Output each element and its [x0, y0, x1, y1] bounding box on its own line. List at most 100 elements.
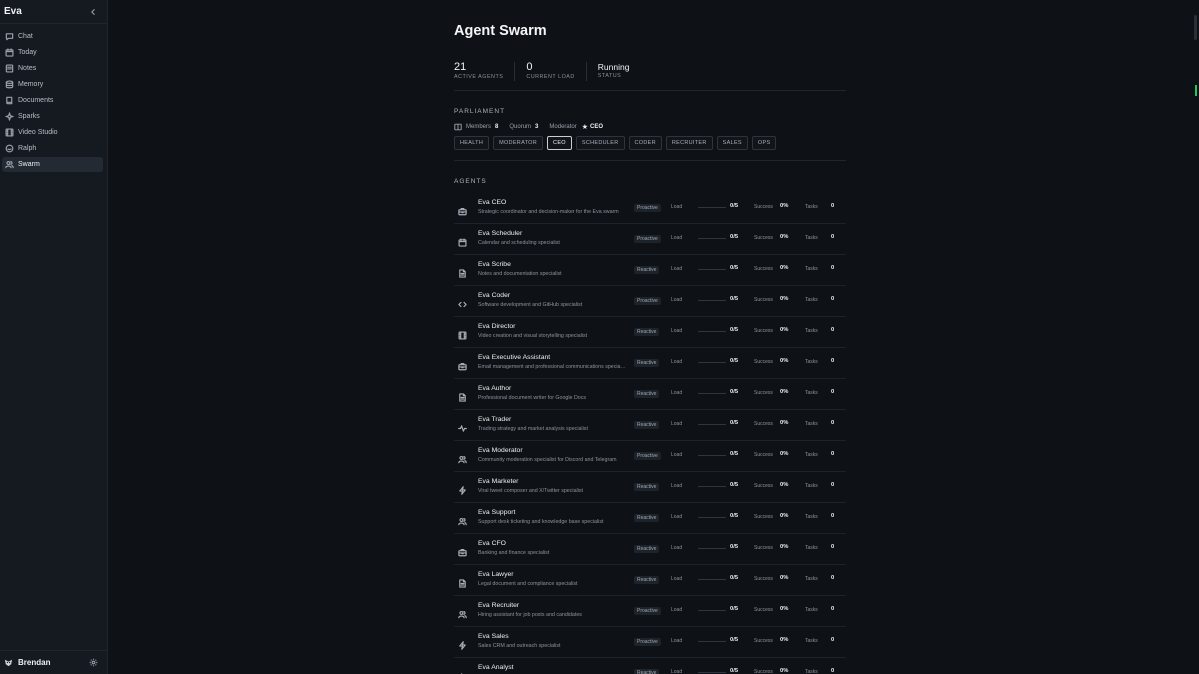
agent-success: 0%: [780, 544, 789, 550]
agent-row[interactable]: Eva Author Professional document writer f…: [454, 379, 846, 410]
agent-icon-wrap: [458, 482, 467, 495]
agent-row[interactable]: Eva Executive Assistant Email management …: [454, 348, 846, 379]
agent-description: Strategic coordinator and decision-maker…: [478, 209, 619, 215]
agent-description: Email management and professional commun…: [478, 364, 626, 370]
agent-mode-badge: Proactive: [634, 235, 661, 243]
agent-tasks: 0: [831, 668, 835, 674]
agent-row[interactable]: Eva Lawyer Legal document and compliance …: [454, 565, 846, 596]
agent-success: 0%: [780, 668, 789, 674]
sidebar-item-ralph[interactable]: Ralph: [2, 141, 103, 156]
agent-row[interactable]: Eva CEO Strategic coordinator and decisio…: [454, 193, 846, 224]
parliament-heading: PARLIAMENT: [454, 108, 506, 115]
stat-active-agents-label: ACTIVE AGENTS: [454, 74, 504, 80]
agent-load: 0/5: [730, 389, 739, 395]
scrollbar-thumb[interactable]: [1194, 15, 1197, 40]
agent-load: 0/5: [730, 513, 739, 519]
success-label: Success: [754, 204, 773, 210]
sidebar-item-video-studio[interactable]: Video Studio: [2, 125, 103, 140]
chip-sales[interactable]: SALES: [716, 136, 748, 150]
agent-icon-wrap: [458, 544, 467, 557]
user-avatar-icon: [4, 659, 13, 667]
collapse-sidebar-icon[interactable]: [87, 6, 99, 18]
sidebar-item-sparks[interactable]: Sparks: [2, 109, 103, 124]
stat-status: Running STATUS: [598, 62, 641, 81]
agent-mode-badge: Reactive: [634, 421, 660, 429]
sidebar-item-label: Memory: [18, 81, 44, 88]
agent-row[interactable]: Eva Recruiter Hiring assistant for job po…: [454, 596, 846, 627]
agent-load: 0/5: [730, 234, 739, 240]
parliament-filter-chips: HEALTH MODERATOR CEO SCHEDULER CODER RECRUITE…: [454, 136, 780, 150]
load-label: Load: [671, 545, 683, 551]
agent-load: 0/5: [730, 637, 739, 643]
agent-description: Trading strategy and market analysis spe…: [478, 426, 588, 432]
chip-scheduler[interactable]: SCHEDULER: [575, 136, 625, 150]
moderator-label: Moderator: [549, 123, 577, 130]
load-label: Load: [671, 638, 683, 644]
load-label: Load: [671, 669, 683, 674]
agent-name: Eva Author: [478, 385, 512, 392]
chip-coder[interactable]: CODER: [628, 136, 662, 150]
chip-health[interactable]: HEALTH: [454, 136, 490, 150]
success-label: Success: [754, 297, 773, 303]
load-bar: [698, 361, 726, 363]
agent-row[interactable]: Eva Sales Sales CRM and outreach speciali…: [454, 627, 846, 658]
agent-row[interactable]: Eva Trader Trading strategy and market an…: [454, 410, 846, 441]
agent-row[interactable]: Eva Coder Software development and GitHub…: [454, 286, 846, 317]
agent-row[interactable]: Eva Scheduler Calendar and scheduling spe…: [454, 224, 846, 255]
user-menu[interactable]: Brendan: [4, 658, 50, 667]
stat-active-agents-value: 21: [454, 61, 467, 73]
settings-gear-icon[interactable]: [89, 654, 98, 672]
chip-ceo[interactable]: CEO: [547, 136, 572, 150]
success-label: Success: [754, 390, 773, 396]
agent-row[interactable]: Eva Marketer Viral tweet composer and X/T…: [454, 472, 846, 503]
sidebar-item-today[interactable]: Today: [2, 45, 103, 60]
book-open-icon: [454, 123, 462, 130]
agent-row[interactable]: Eva Scribe Notes and documentation specia…: [454, 255, 846, 286]
users-icon: [458, 610, 467, 619]
sidebar-item-swarm[interactable]: Swarm: [2, 157, 103, 172]
agent-row[interactable]: Eva Moderator Community moderation specia…: [454, 441, 846, 472]
sidebar-item-notes[interactable]: Notes: [2, 61, 103, 76]
success-label: Success: [754, 266, 773, 272]
code-icon: [458, 301, 467, 308]
success-label: Success: [754, 328, 773, 334]
agent-name: Eva Support: [478, 509, 516, 516]
agent-icon-wrap: [458, 513, 467, 526]
chat-icon: [5, 33, 14, 41]
sidebar-item-documents[interactable]: Documents: [2, 93, 103, 108]
agent-tasks: 0: [831, 265, 835, 271]
agent-icon-wrap: [458, 637, 467, 650]
agent-mode-badge: Proactive: [634, 638, 661, 646]
agent-load: 0/5: [730, 296, 739, 302]
sidebar-item-label: Swarm: [18, 161, 40, 168]
agent-name: Eva Marketer: [478, 478, 519, 485]
agent-tasks: 0: [831, 358, 835, 364]
stat-current-load-value: 0: [526, 61, 533, 73]
agent-row[interactable]: Eva Support Support desk ticketing and kn…: [454, 503, 846, 534]
chip-moderator[interactable]: MODERATOR: [493, 136, 544, 150]
load-label: Load: [671, 204, 683, 210]
load-label: Load: [671, 452, 683, 458]
load-bar: [698, 330, 726, 332]
agent-row[interactable]: Eva CFO Banking and finance specialist Rea…: [454, 534, 846, 565]
sidebar-item-memory[interactable]: Memory: [2, 77, 103, 92]
tasks-label: Tasks: [805, 359, 818, 365]
chip-ops[interactable]: OPS: [751, 136, 777, 150]
success-label: Success: [754, 576, 773, 582]
book-icon: [6, 96, 13, 105]
sidebar-item-chat[interactable]: Chat: [2, 29, 103, 44]
agent-success: 0%: [780, 451, 789, 457]
agent-icon-wrap: [458, 234, 467, 247]
tasks-label: Tasks: [805, 235, 818, 241]
load-bar: [698, 485, 726, 487]
chip-recruiter[interactable]: RECRUITER: [665, 136, 713, 150]
agent-row[interactable]: Eva Analyst Reactive Load 0/5 Success 0% Tasks…: [454, 658, 846, 674]
agent-icon-wrap: [458, 296, 467, 308]
agent-load: 0/5: [730, 668, 739, 674]
success-label: Success: [754, 669, 773, 674]
agent-row[interactable]: Eva Director Video creation and visual st…: [454, 317, 846, 348]
agent-tasks: 0: [831, 389, 835, 395]
tasks-label: Tasks: [805, 328, 818, 334]
tasks-label: Tasks: [805, 266, 818, 272]
agent-name: Eva CFO: [478, 540, 506, 547]
